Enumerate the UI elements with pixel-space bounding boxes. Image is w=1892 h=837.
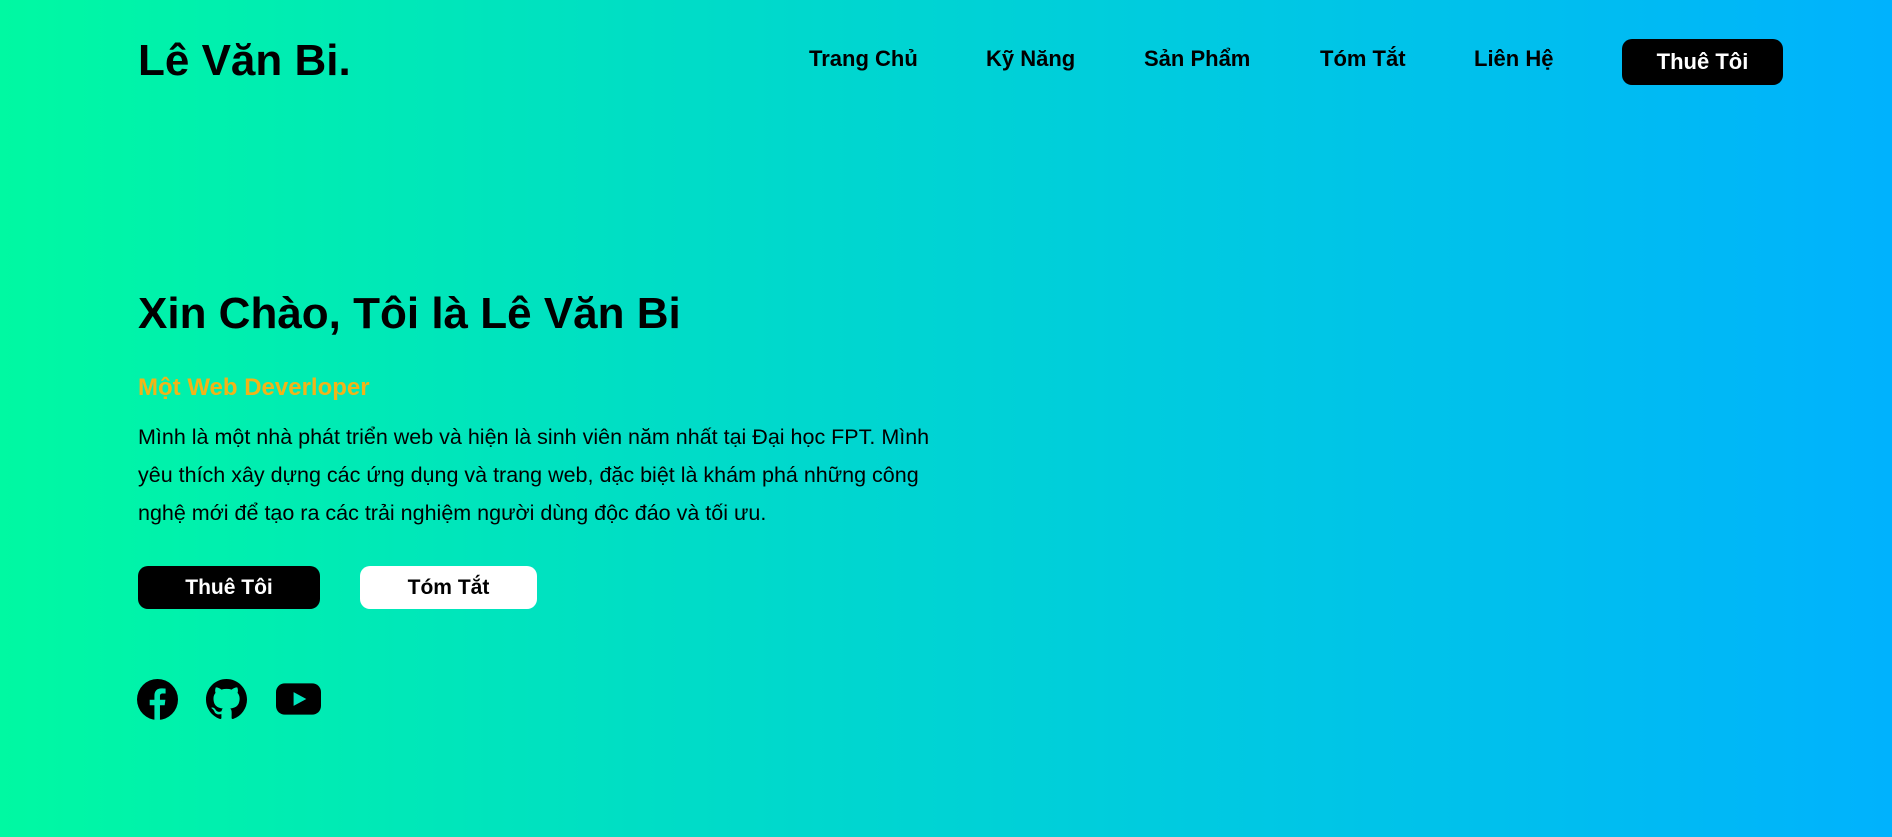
nav-item-products[interactable]: Sản Phẩm	[1144, 44, 1250, 74]
nav-item-skills[interactable]: Kỹ Năng	[986, 44, 1075, 74]
hero-subtitle: Một Web Deverloper	[138, 374, 370, 401]
header: Lê Văn Bi. Trang Chủ Kỹ Năng Sản Phẩm Tó…	[0, 0, 1892, 120]
nav-item-home[interactable]: Trang Chủ	[809, 44, 918, 74]
summary-button[interactable]: Tóm Tắt	[360, 566, 537, 609]
nav-item-summary[interactable]: Tóm Tắt	[1320, 44, 1406, 74]
hero-title: Xin Chào, Tôi là Lê Văn Bi	[138, 289, 681, 338]
youtube-icon[interactable]	[276, 678, 321, 720]
main-nav: Trang Chủ Kỹ Năng Sản Phẩm Tóm Tắt Liên …	[0, 44, 1892, 74]
hire-me-header-button[interactable]: Thuê Tôi	[1622, 39, 1783, 85]
github-icon[interactable]	[206, 678, 247, 720]
nav-item-contact[interactable]: Liên Hệ	[1474, 44, 1553, 74]
hire-me-button[interactable]: Thuê Tôi	[138, 566, 320, 609]
hero-description: Mình là một nhà phát triển web và hiện l…	[138, 425, 930, 525]
facebook-icon[interactable]	[137, 678, 178, 720]
